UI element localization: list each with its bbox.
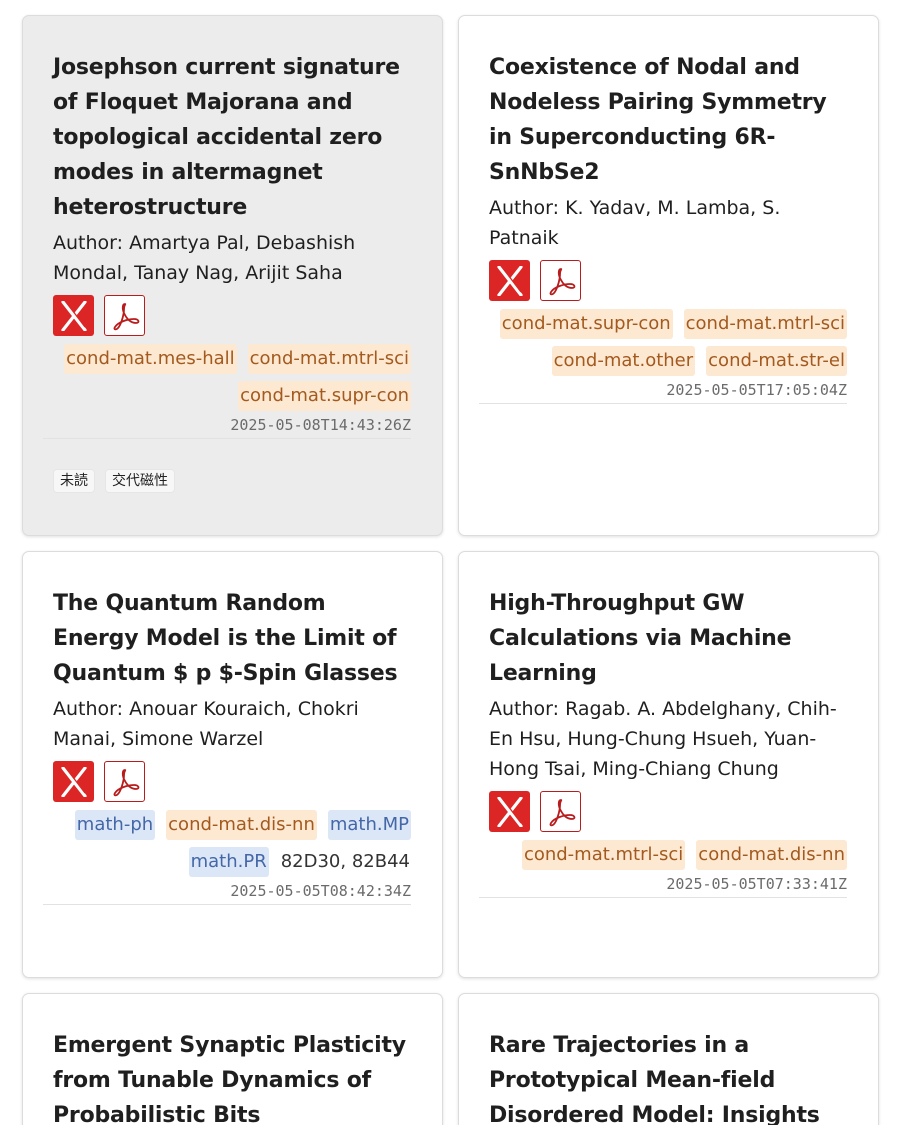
published-date: 2025-05-05T07:33:41Z bbox=[479, 874, 847, 898]
pdf-link-button[interactable] bbox=[540, 791, 581, 832]
pdf-link-button[interactable] bbox=[104, 761, 145, 802]
topic-label[interactable]: 交代磁性 bbox=[105, 469, 175, 493]
paper-card[interactable]: Rare Trajectories in a Prototypical Mean… bbox=[458, 993, 879, 1125]
pdf-icon bbox=[549, 267, 575, 295]
category-tag[interactable]: cond-mat.mtrl-sci bbox=[521, 840, 686, 870]
pdf-icon bbox=[113, 302, 139, 330]
published-date: 2025-05-05T08:42:34Z bbox=[43, 881, 411, 905]
pdf-icon bbox=[549, 798, 575, 826]
category-tag[interactable]: cond-mat.dis-nn bbox=[696, 840, 847, 870]
category-tag[interactable]: math.MP bbox=[327, 810, 411, 840]
category-tag[interactable]: cond-mat.supr-con bbox=[499, 309, 673, 339]
x-logo-icon bbox=[496, 265, 523, 296]
paper-card[interactable]: The Quantum Random Energy Model is the L… bbox=[22, 551, 443, 978]
category-tag[interactable]: cond-mat.dis-nn bbox=[166, 810, 317, 840]
paper-authors: Author: Amartya Pal, Debashish Mondal, T… bbox=[53, 232, 356, 284]
x-share-button[interactable] bbox=[489, 791, 530, 832]
paper-title[interactable]: High-Throughput GW Calculations via Mach… bbox=[489, 586, 848, 691]
msc-class: 82D30, 82B44 bbox=[280, 851, 410, 872]
status-label[interactable]: 未読 bbox=[53, 469, 95, 493]
category-tag[interactable]: cond-mat.mtrl-sci bbox=[683, 309, 847, 339]
pdf-link-button[interactable] bbox=[540, 260, 581, 301]
paper-card[interactable]: Coexistence of Nodal and Nodeless Pairin… bbox=[458, 15, 879, 536]
pdf-icon bbox=[113, 768, 139, 796]
paper-title[interactable]: Coexistence of Nodal and Nodeless Pairin… bbox=[489, 50, 848, 190]
x-share-button[interactable] bbox=[489, 260, 530, 301]
category-tag[interactable]: cond-mat.str-el bbox=[706, 346, 847, 376]
paper-title[interactable]: Emergent Synaptic Plasticity from Tunabl… bbox=[53, 1028, 412, 1125]
x-logo-icon bbox=[60, 300, 87, 331]
paper-title[interactable]: Josephson current signature of Floquet M… bbox=[53, 50, 412, 225]
category-tag[interactable]: math-ph bbox=[74, 810, 156, 840]
paper-title[interactable]: Rare Trajectories in a Prototypical Mean… bbox=[489, 1028, 848, 1125]
paper-card[interactable]: Josephson current signature of Floquet M… bbox=[22, 15, 443, 536]
x-share-button[interactable] bbox=[53, 295, 94, 336]
category-tag[interactable]: cond-mat.mes-hall bbox=[64, 344, 237, 374]
paper-card[interactable]: High-Throughput GW Calculations via Mach… bbox=[458, 551, 879, 978]
published-date: 2025-05-08T14:43:26Z bbox=[43, 415, 411, 439]
paper-card[interactable]: Emergent Synaptic Plasticity from Tunabl… bbox=[22, 993, 443, 1125]
paper-title[interactable]: The Quantum Random Energy Model is the L… bbox=[53, 586, 412, 691]
paper-authors: Author: Anouar Kouraich, Chokri Manai, S… bbox=[53, 698, 359, 750]
x-share-button[interactable] bbox=[53, 761, 94, 802]
x-logo-icon bbox=[496, 796, 523, 827]
paper-authors: Author: Ragab. A. Abdelghany, Chih-En Hs… bbox=[489, 698, 837, 780]
pdf-link-button[interactable] bbox=[104, 295, 145, 336]
category-tag[interactable]: cond-mat.supr-con bbox=[238, 381, 411, 411]
paper-authors: Author: K. Yadav, M. Lamba, S. Patnaik bbox=[489, 197, 781, 249]
published-date: 2025-05-05T17:05:04Z bbox=[479, 380, 847, 404]
category-tag[interactable]: math.PR bbox=[188, 847, 269, 877]
category-tag[interactable]: cond-mat.mtrl-sci bbox=[247, 344, 411, 374]
category-tag[interactable]: cond-mat.other bbox=[551, 346, 696, 376]
x-logo-icon bbox=[60, 766, 87, 797]
